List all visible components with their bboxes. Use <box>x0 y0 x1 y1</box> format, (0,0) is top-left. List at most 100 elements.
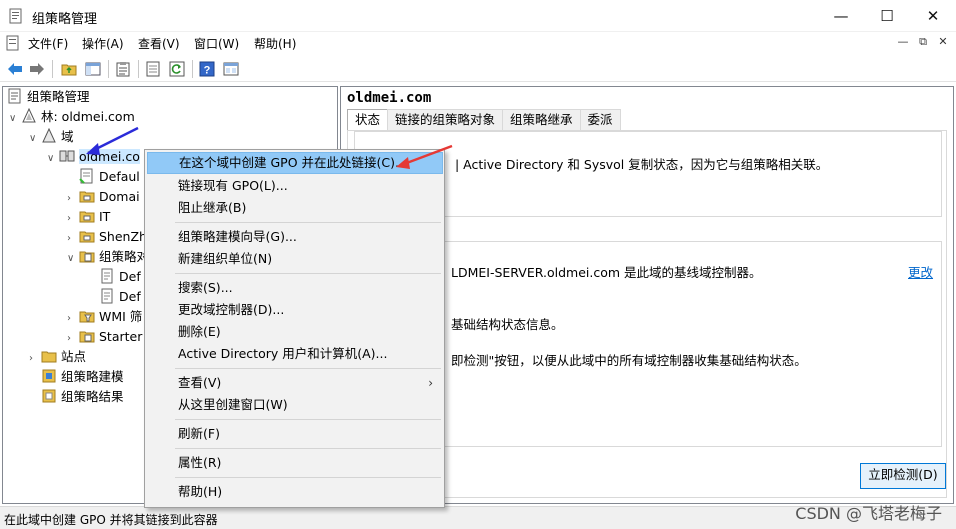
infra-status-text: 基础结构状态信息。 <box>451 317 564 332</box>
tree-node-starter-gpos[interactable]: › Starter <box>67 327 142 347</box>
ctx-search[interactable]: 搜索(S)... <box>147 277 443 299</box>
expand-icon[interactable]: › <box>67 309 79 329</box>
forest-icon <box>21 107 37 124</box>
menu-help[interactable]: 帮助(H) <box>254 35 296 52</box>
expand-icon[interactable]: › <box>67 189 79 209</box>
expand-icon[interactable]: › <box>67 209 79 229</box>
tree-node-gpm-root[interactable]: 组策略管理 <box>7 87 90 107</box>
tree-node-results[interactable]: 组策略结果 <box>29 387 124 407</box>
close-button[interactable]: ✕ <box>910 0 956 32</box>
forward-icon[interactable] <box>28 60 46 78</box>
tree-label-root: 组策略管理 <box>27 89 90 104</box>
modeling-icon <box>41 368 57 384</box>
ou-folder-icon <box>79 208 95 224</box>
ctx-ad-users-computers[interactable]: Active Directory 用户和计算机(A)... <box>147 343 443 365</box>
tree-label-domain: oldmei.co <box>79 149 140 164</box>
details-tabs: 状态 链接的组策略对象 组策略继承 委派 <box>347 109 621 131</box>
gpmc-root-icon <box>7 88 23 104</box>
detect-hint-text: 即检测"按钮，以便从此域中的所有域控制器收集基础结构状态。 <box>451 353 807 368</box>
ctx-help[interactable]: 帮助(H) <box>147 481 443 503</box>
help-icon[interactable]: ? <box>198 60 216 78</box>
tab-linked-gpos[interactable]: 链接的组策略对象 <box>387 109 504 130</box>
maximize-button[interactable]: ☐ <box>864 0 910 32</box>
menu-window[interactable]: 窗口(W) <box>194 35 239 52</box>
ctx-new-ou[interactable]: 新建组织单位(N) <box>147 248 443 270</box>
ctx-change-dc[interactable]: 更改域控制器(D)... <box>147 299 443 321</box>
ctx-properties[interactable]: 属性(R) <box>147 452 443 474</box>
wmi-folder-icon <box>79 308 95 324</box>
menu-view[interactable]: 查看(V) <box>138 35 180 52</box>
ctx-refresh[interactable]: 刷新(F) <box>147 423 443 445</box>
tree-node-domains[interactable]: ∨ 域 <box>29 127 74 147</box>
menu-file[interactable]: 文件(F) <box>28 35 68 52</box>
detect-now-button[interactable]: 立即检测(D) <box>860 463 946 489</box>
change-dc-link[interactable]: 更改 <box>908 262 933 281</box>
sites-folder-icon <box>41 348 57 364</box>
clipboard-icon[interactable] <box>114 60 132 78</box>
ctx-link-existing-gpo[interactable]: 链接现有 GPO(L)... <box>147 175 443 197</box>
tab-delegation[interactable]: 委派 <box>579 109 621 130</box>
ctx-modeling-wizard[interactable]: 组策略建模向导(G)... <box>147 226 443 248</box>
tree-label: Defaul <box>99 169 140 184</box>
expand-icon[interactable]: › <box>67 229 79 249</box>
tree-node-wmi-filters[interactable]: › WMI 筛 <box>67 307 142 327</box>
expand-icon[interactable]: › <box>67 329 79 349</box>
tree-node-gpo-default-dc[interactable]: Def <box>87 287 141 307</box>
ctx-create-gpo-link[interactable]: 在这个域中创建 GPO 并在此处链接(C)... <box>147 152 443 174</box>
details-domain-title: oldmei.com <box>347 90 432 106</box>
window-title: 组策略管理 <box>32 12 98 27</box>
view-pane-icon[interactable] <box>222 60 240 78</box>
status-text: 在此域中创建 GPO 并将其链接到此容器 <box>4 513 218 527</box>
mdi-close-button[interactable]: ✕ <box>934 35 952 51</box>
tree-node-modeling[interactable]: 组策略建模 <box>29 367 124 387</box>
refresh-icon[interactable] <box>168 60 186 78</box>
expand-icon[interactable]: › <box>29 349 41 369</box>
collapse-icon[interactable]: ∨ <box>9 109 21 129</box>
tree-label: 组策略对 <box>99 249 150 264</box>
tree-node-default-policy[interactable]: Defaul <box>67 167 140 187</box>
mdi-restore-button[interactable]: ⧉ <box>914 35 932 51</box>
mdi-window-icon[interactable] <box>5 35 21 51</box>
minimize-button[interactable]: — <box>818 0 864 32</box>
tab-status[interactable]: 状态 <box>347 109 389 131</box>
ctx-block-inheritance[interactable]: 阻止继承(B) <box>147 197 443 219</box>
submenu-arrow-icon: › <box>428 376 433 390</box>
tree-node-gpo-container[interactable]: ∨ 组策略对 <box>67 247 149 267</box>
tree-label: Starter <box>99 329 143 344</box>
collapse-icon[interactable]: ∨ <box>67 249 79 269</box>
menu-bar: 文件(F) 操作(A) 查看(V) 窗口(W) 帮助(H) — ⧉ ✕ <box>0 32 956 54</box>
gpo-icon <box>99 288 115 304</box>
context-menu: 在这个域中创建 GPO 并在此处链接(C)... 链接现有 GPO(L)... … <box>144 149 445 508</box>
tree-label: Def <box>119 269 141 284</box>
tab-gp-inheritance[interactable]: 组策略继承 <box>502 109 581 130</box>
ctx-view[interactable]: 查看(V) › <box>147 372 443 394</box>
menu-action[interactable]: 操作(A) <box>82 35 124 52</box>
tree-node-domain-controllers[interactable]: › Domai <box>67 187 140 207</box>
tree-node-shenzhen[interactable]: › ShenZh <box>67 227 147 247</box>
collapse-icon[interactable]: ∨ <box>29 129 41 149</box>
tree-node-it[interactable]: › IT <box>67 207 110 227</box>
watermark: CSDN @飞塔老梅子 <box>795 504 942 523</box>
tree-node-gpo-default-domain[interactable]: Def <box>87 267 141 287</box>
tree-label-forest: 林: oldmei.com <box>41 109 135 124</box>
show-hide-tree-icon[interactable] <box>84 60 102 78</box>
tree-node-domain-oldmei[interactable]: ∨ oldmei.co <box>47 147 140 167</box>
tree-node-sites[interactable]: › 站点 <box>29 347 86 367</box>
properties-icon[interactable] <box>144 60 162 78</box>
gpo-link-icon <box>79 168 95 184</box>
title-bar: 组策略管理 — ☐ ✕ <box>0 0 956 32</box>
toolbar: ? <box>0 56 956 82</box>
collapse-icon[interactable]: ∨ <box>47 149 59 169</box>
starter-folder-icon <box>79 328 95 344</box>
tree-node-forest[interactable]: ∨ 林: oldmei.com <box>9 107 135 127</box>
tree-label: IT <box>99 209 111 224</box>
ctx-delete[interactable]: 删除(E) <box>147 321 443 343</box>
back-icon[interactable] <box>6 60 24 78</box>
ctx-new-window[interactable]: 从这里创建窗口(W) <box>147 394 443 416</box>
up-folder-icon[interactable] <box>60 60 78 78</box>
tree-label-results: 组策略结果 <box>61 389 124 404</box>
svg-text:?: ? <box>204 65 211 77</box>
mdi-minimize-button[interactable]: — <box>894 35 912 51</box>
domain-icon <box>59 148 75 164</box>
tree-label: WMI 筛 <box>99 309 143 324</box>
